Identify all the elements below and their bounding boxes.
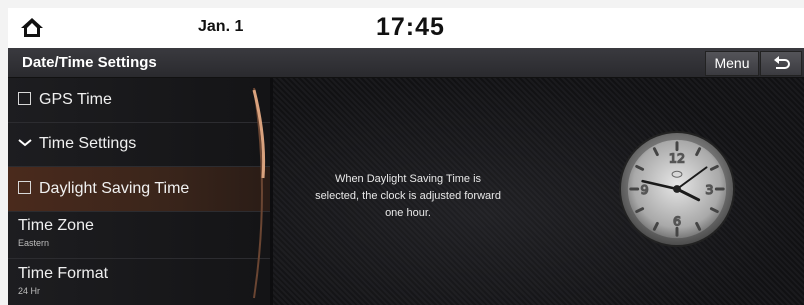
title-bar: Date/Time Settings Menu [8, 48, 804, 78]
date-display: Jan. 1 [198, 18, 244, 35]
clock-numeral-9: 9 [640, 183, 648, 198]
scrollbar[interactable] [8, 78, 270, 305]
description-text: When Daylight Saving Time is selected, t… [315, 173, 501, 219]
back-arrow-icon [774, 56, 790, 69]
settings-list: GPS Time Time Settings Daylight Saving T… [8, 78, 270, 305]
time-display: 17:45 [376, 13, 445, 41]
infotainment-display: Jan. 1 17:45 Date/Time Settings Menu GPS… [8, 8, 804, 305]
back-button[interactable] [760, 51, 802, 76]
clock-numeral-12: 12 [669, 151, 685, 166]
analog-clock-icon: 12 3 6 9 [618, 130, 736, 248]
content-area: When Daylight Saving Time is selected, t… [273, 78, 804, 305]
status-bar: Jan. 1 17:45 [8, 8, 804, 48]
page-title: Date/Time Settings [22, 54, 157, 71]
menu-button[interactable]: Menu [705, 51, 759, 76]
clock-numeral-6: 6 [673, 214, 681, 229]
screen: Jan. 1 17:45 Date/Time Settings Menu GPS… [0, 0, 804, 305]
clock-numeral-3: 3 [705, 183, 713, 198]
home-icon[interactable] [20, 17, 44, 39]
